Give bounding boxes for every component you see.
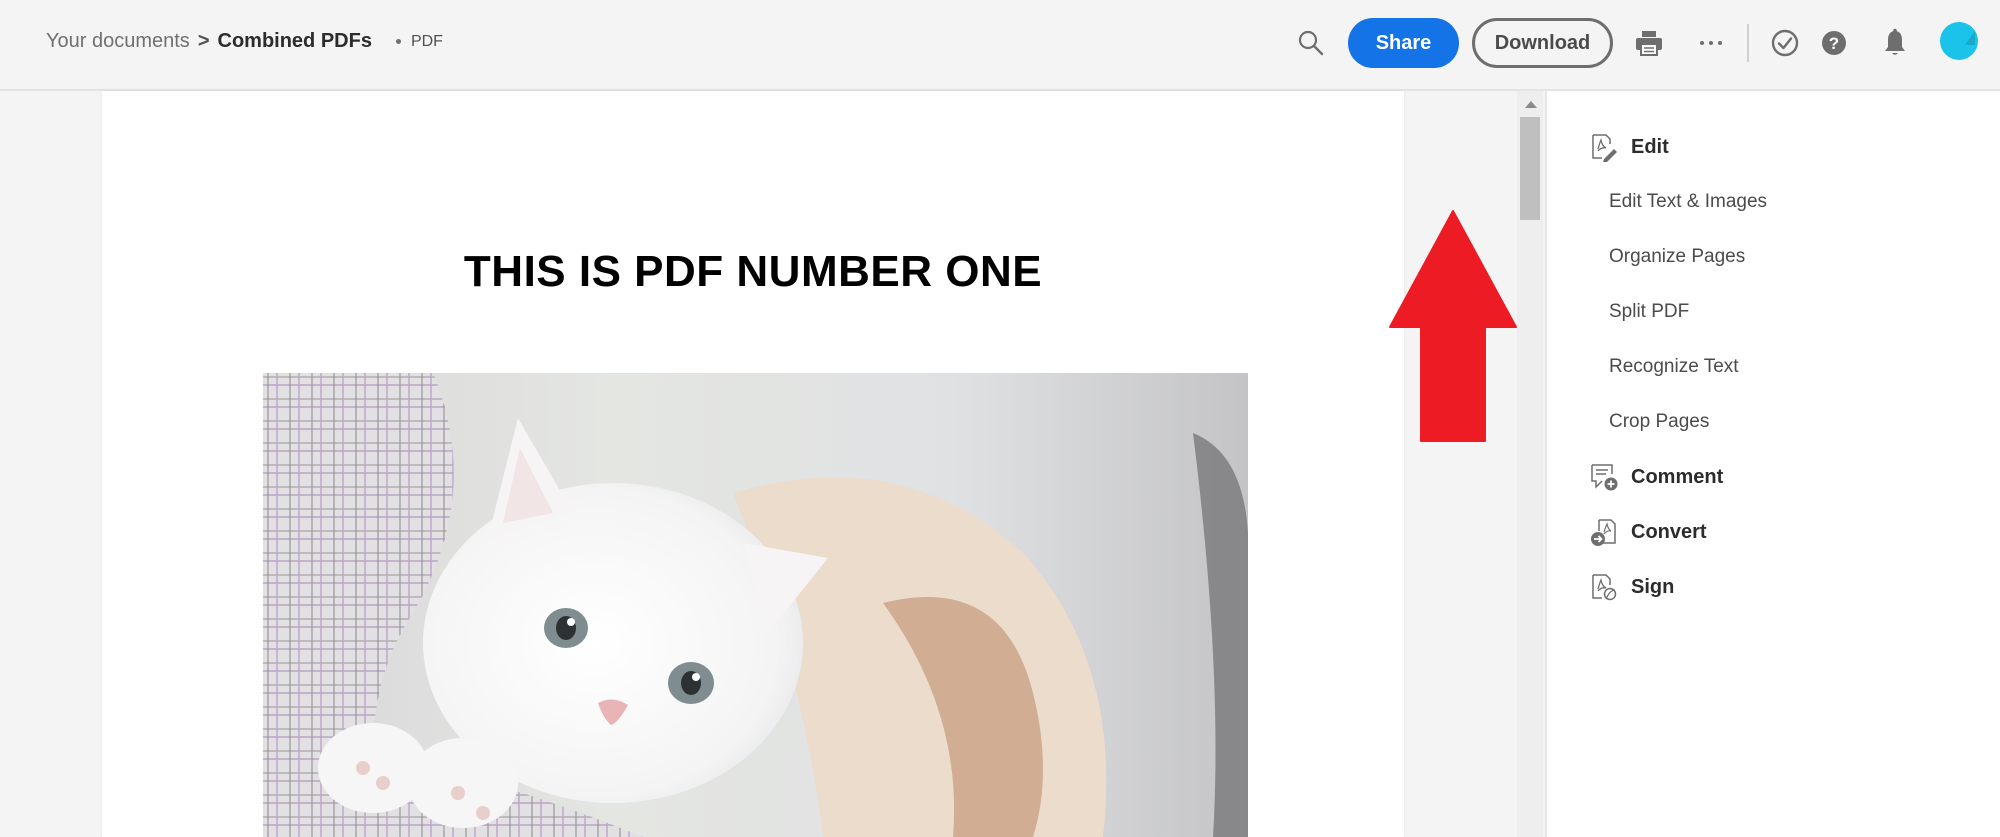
scroll-up-arrow-icon[interactable]: [1525, 101, 1537, 108]
toolbar: Share Download ?: [0, 0, 2000, 88]
tool-edit-label: Edit: [1631, 135, 1669, 158]
pdf-page: THIS IS PDF NUMBER ONE: [102, 91, 1404, 837]
tool-edit-text-images-label: Edit Text & Images: [1609, 191, 1768, 212]
tool-sign-label: Sign: [1631, 575, 1675, 598]
tool-split-pdf-label: Split PDF: [1609, 301, 1690, 322]
scrollbar-thumb[interactable]: [1520, 117, 1540, 220]
tool-sign[interactable]: Sign: [1547, 567, 2000, 607]
sign-pdf-icon: [1589, 572, 1619, 602]
avatar-graphic: [1965, 31, 1975, 45]
edit-pdf-icon: [1589, 132, 1619, 162]
tool-convert-label: Convert: [1631, 520, 1707, 543]
convert-pdf-icon: [1589, 517, 1619, 547]
tool-edit[interactable]: Edit: [1547, 127, 2000, 167]
document-viewer: THIS IS PDF NUMBER ONE: [0, 91, 1545, 837]
print-icon[interactable]: [1632, 26, 1666, 60]
tool-recognize-text-label: Recognize Text: [1609, 356, 1739, 377]
tool-comment-label: Comment: [1631, 465, 1724, 488]
help-icon[interactable]: ?: [1817, 26, 1851, 60]
red-arrow-up-annotation: [1389, 210, 1517, 442]
toolbar-divider: [1747, 24, 1749, 62]
tool-recognize-text[interactable]: Recognize Text: [1547, 347, 2000, 387]
tool-organize-pages[interactable]: Organize Pages: [1547, 237, 2000, 277]
more-horizontal-icon[interactable]: [1694, 26, 1728, 60]
tool-convert[interactable]: Convert: [1547, 512, 2000, 552]
comment-add-icon: [1589, 462, 1619, 492]
svg-text:?: ?: [1829, 34, 1839, 53]
download-button[interactable]: Download: [1472, 18, 1613, 68]
kitten-photo: [263, 373, 1248, 837]
tool-split-pdf[interactable]: Split PDF: [1547, 292, 2000, 332]
tool-comment[interactable]: Comment: [1547, 457, 2000, 497]
kitten-image: [263, 373, 1248, 837]
share-button[interactable]: Share: [1348, 18, 1459, 68]
top-bar: Your documents > Combined PDFs PDF Share…: [0, 0, 2000, 91]
tool-edit-text-images[interactable]: Edit Text & Images: [1547, 182, 2000, 222]
tool-crop-pages[interactable]: Crop Pages: [1547, 402, 2000, 442]
bell-icon[interactable]: [1878, 26, 1912, 60]
tool-crop-pages-label: Crop Pages: [1609, 411, 1710, 432]
tools-panel: Edit Edit Text & Images Organize Pages S…: [1545, 91, 2000, 837]
tool-organize-pages-label: Organize Pages: [1609, 246, 1746, 267]
checkmark-circle-icon[interactable]: [1768, 26, 1802, 60]
page-heading: THIS IS PDF NUMBER ONE: [463, 247, 1043, 296]
search-icon[interactable]: [1294, 26, 1328, 60]
user-avatar[interactable]: [1940, 22, 1978, 60]
